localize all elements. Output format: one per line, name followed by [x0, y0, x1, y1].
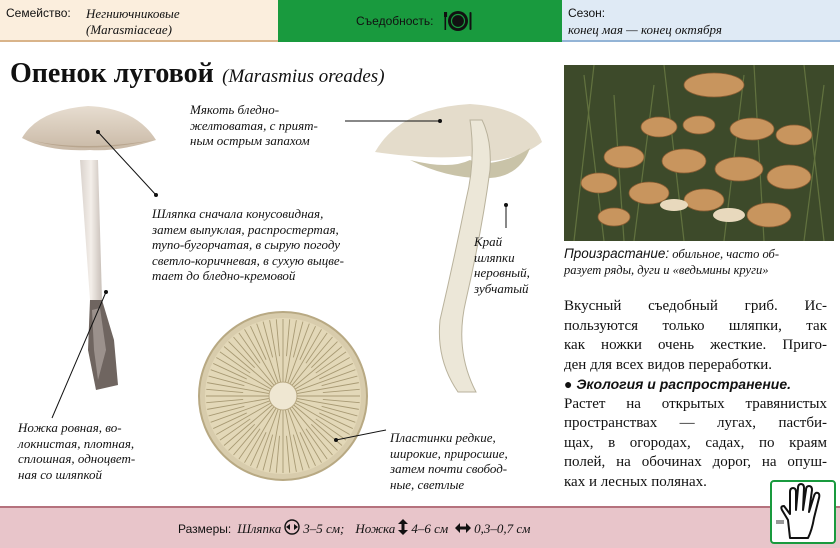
footer-bar: Размеры: Шляпка 3–5 см; Ножка 4–6 см 0,3… — [0, 506, 840, 548]
stem-size-label: Ножка — [355, 520, 396, 536]
sizes-row: Размеры: Шляпка 3–5 см; Ножка 4–6 см 0,3… — [178, 519, 530, 538]
cap-size-label: Шляпка — [237, 520, 282, 536]
habitat-text-line-2: разует ряды, дуги и «ведьмины круги» — [564, 263, 769, 277]
habitat-label: Произрастание: — [564, 246, 670, 261]
habitat-text: обильное, часто об- — [669, 247, 779, 261]
stem-height-value: 4–6 см — [411, 520, 449, 536]
sizes-label: Размеры: — [178, 521, 232, 536]
ecology-heading: Экология и распространение. — [576, 376, 792, 392]
description-line: Вкусный съедобный гриб. Ис- — [564, 298, 827, 314]
height-arrow-icon — [398, 519, 409, 538]
description-line: пользуются только шляпки, так — [564, 317, 827, 334]
ecology-line: щах, в огородах, садах, по краям — [564, 434, 827, 451]
ecology-heading-row: ● Экология и распространение. — [564, 375, 827, 395]
habitat: Произрастание: обильное, часто об- разуе… — [564, 246, 836, 278]
ecology-line: пространствах — лугах, пастби- — [564, 415, 827, 431]
width-arrow-icon — [455, 522, 472, 536]
cap-size-value: 3–5 см; — [303, 520, 345, 536]
diameter-icon — [284, 519, 300, 538]
bullet-icon: ● — [564, 376, 573, 392]
hand-icon — [770, 480, 836, 544]
description-line: как ножки очень жесткие. Приго- — [564, 337, 827, 353]
ecology-line: Растет на открытых травянистых — [564, 395, 827, 412]
description-line: ден для всех видов переработки. — [564, 356, 773, 373]
ecology-line: полей, на обочинах дорог, на опуш- — [564, 454, 827, 470]
stem-diameter-value: 0,3–0,7 см — [474, 520, 531, 536]
description: Вкусный съедобный гриб. Ис- пользуются т… — [564, 297, 827, 492]
mushroom-photo — [564, 65, 834, 241]
